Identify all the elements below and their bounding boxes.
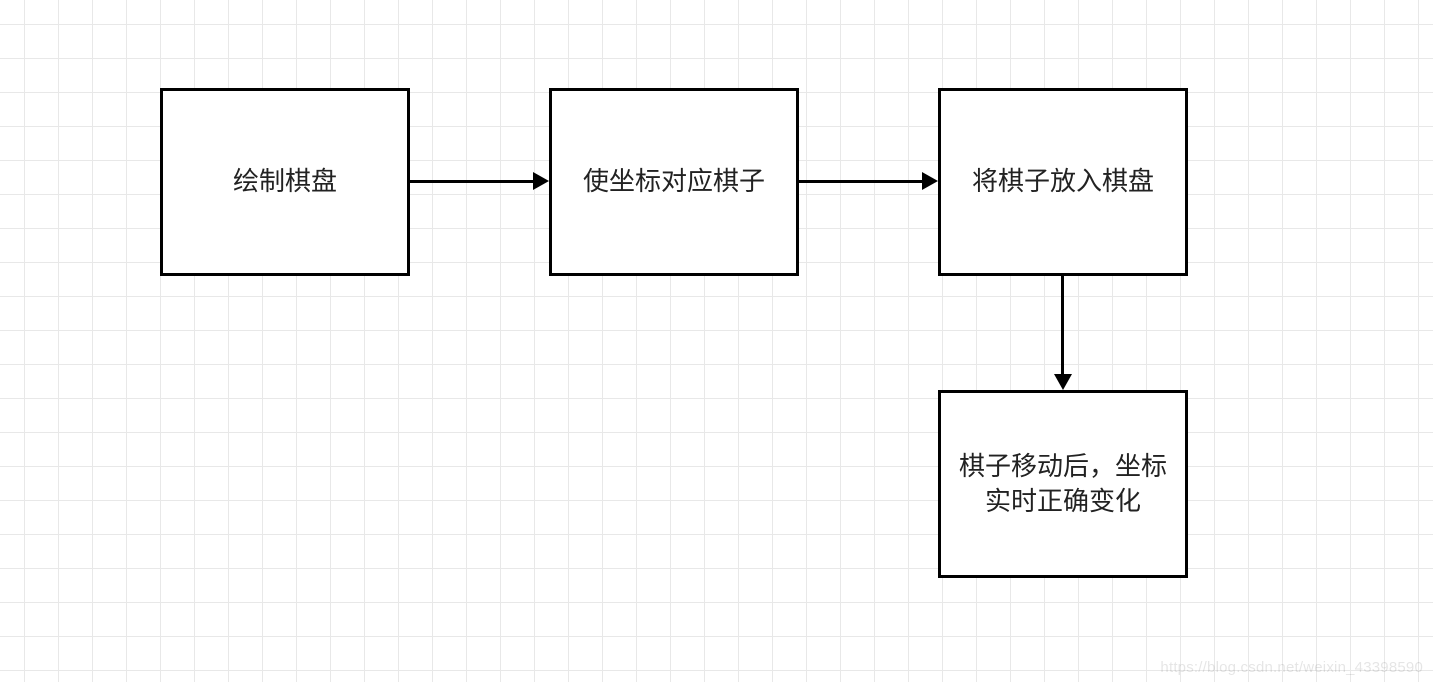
node-draw-board: 绘制棋盘 [160, 88, 410, 276]
node-map-coordinates: 使坐标对应棋子 [549, 88, 799, 276]
arrow-line [410, 180, 535, 183]
arrow-head-icon [922, 172, 938, 190]
node-label: 棋子移动后，坐标实时正确变化 [951, 449, 1175, 519]
arrow-line [799, 180, 924, 183]
node-label: 绘制棋盘 [233, 164, 337, 199]
watermark: https://blog.csdn.net/weixin_43398590 [1160, 659, 1423, 676]
arrow-head-icon [533, 172, 549, 190]
arrow-line [1061, 276, 1064, 376]
node-update-coordinates: 棋子移动后，坐标实时正确变化 [938, 390, 1188, 578]
flowchart: 绘制棋盘 使坐标对应棋子 将棋子放入棋盘 棋子移动后，坐标实时正确变化 [0, 0, 1433, 682]
node-label: 将棋子放入棋盘 [972, 164, 1154, 199]
arrow-head-icon [1054, 374, 1072, 390]
node-place-piece: 将棋子放入棋盘 [938, 88, 1188, 276]
node-label: 使坐标对应棋子 [583, 164, 765, 199]
